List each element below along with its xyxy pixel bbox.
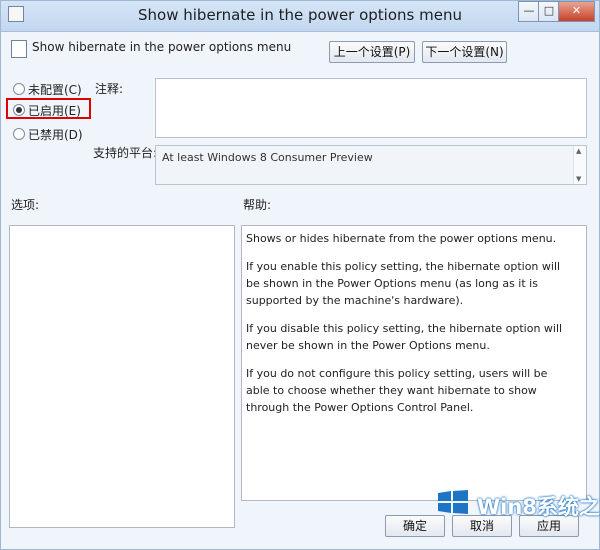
dialog-content: Show hibernate in the power options menu… bbox=[1, 32, 599, 549]
help-paragraph: If you enable this policy setting, the h… bbox=[246, 260, 561, 307]
radio-disabled[interactable]: 已禁用(D) bbox=[13, 126, 83, 142]
close-button[interactable]: ✕ bbox=[558, 1, 595, 22]
comment-textarea[interactable] bbox=[155, 78, 587, 138]
enabled-highlight-box bbox=[6, 98, 91, 119]
platform-value: At least Windows 8 Consumer Preview bbox=[162, 151, 373, 164]
next-setting-button[interactable]: 下一个设置(N) bbox=[422, 41, 507, 63]
platform-label: 支持的平台: bbox=[93, 146, 158, 160]
radio-disabled-label: 已禁用(D) bbox=[28, 128, 83, 142]
help-panel: Shows or hides hibernate from the power … bbox=[241, 225, 587, 501]
minimize-button[interactable]: — bbox=[518, 1, 540, 22]
previous-setting-button[interactable]: 上一个设置(P) bbox=[329, 41, 415, 63]
platform-field: At least Windows 8 Consumer Preview ▲ ▼ bbox=[155, 145, 587, 185]
policy-title: Show hibernate in the power options menu bbox=[32, 40, 292, 54]
options-panel bbox=[9, 225, 235, 528]
policy-dialog-window: Show hibernate in the power options menu… bbox=[0, 0, 600, 550]
scroll-up-icon[interactable]: ▲ bbox=[576, 147, 581, 155]
radio-not-configured-icon[interactable] bbox=[13, 83, 25, 95]
comment-label: 注释: bbox=[95, 82, 124, 96]
radio-disabled-icon[interactable] bbox=[13, 128, 25, 140]
window-title: Show hibernate in the power options menu bbox=[138, 6, 462, 24]
title-bar[interactable]: Show hibernate in the power options menu… bbox=[1, 1, 599, 32]
watermark-text: Win8系统之家 bbox=[477, 495, 600, 519]
help-text: Shows or hides hibernate from the power … bbox=[246, 230, 568, 427]
watermark: Win8系统之家 bbox=[437, 485, 600, 522]
policy-icon bbox=[11, 40, 27, 58]
radio-not-configured[interactable]: 未配置(C) bbox=[13, 81, 83, 97]
help-paragraph: If you disable this policy setting, the … bbox=[246, 322, 563, 352]
platform-scrollbar[interactable]: ▲ ▼ bbox=[573, 146, 586, 184]
ok-button[interactable]: 确定 bbox=[385, 515, 445, 537]
help-paragraph: Shows or hides hibernate from the power … bbox=[246, 232, 557, 245]
radio-not-configured-label: 未配置(C) bbox=[28, 83, 82, 97]
options-label: 选项: bbox=[11, 198, 40, 212]
scroll-down-icon[interactable]: ▼ bbox=[576, 175, 581, 183]
maximize-button[interactable]: □ bbox=[538, 1, 560, 22]
help-label: 帮助: bbox=[243, 198, 272, 212]
windows-logo-icon bbox=[438, 490, 468, 514]
help-paragraph: If you do not configure this policy sett… bbox=[246, 367, 548, 414]
